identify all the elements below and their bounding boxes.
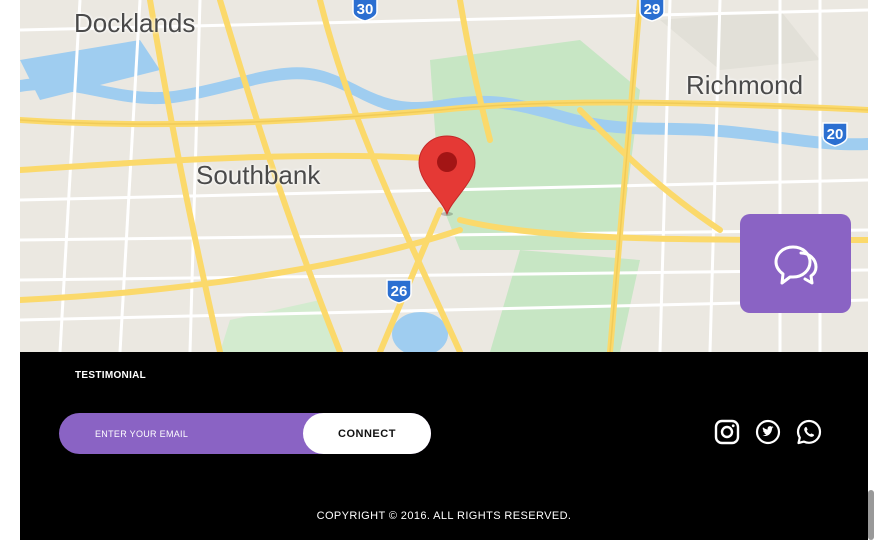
page-frame: Docklands Richmond Southbank 30 29 20 26 [20, 0, 868, 540]
social-links [714, 419, 822, 445]
newsletter-form: CONNECT [59, 413, 431, 454]
route-shield-26: 26 [385, 278, 413, 304]
location-pin-icon[interactable] [417, 134, 477, 218]
connect-button[interactable]: CONNECT [303, 413, 431, 454]
testimonial-link[interactable]: TESTIMONIAL [75, 370, 146, 381]
route-shield-29: 29 [638, 0, 666, 22]
map-label-richmond: Richmond [686, 70, 804, 100]
site-footer: TESTIMONIAL CONNECT [20, 352, 868, 540]
twitter-icon[interactable] [755, 419, 781, 445]
map-label-docklands: Docklands [74, 8, 196, 38]
route-shield-30: 30 [351, 0, 379, 22]
chat-button[interactable] [740, 214, 851, 313]
location-map[interactable]: Docklands Richmond Southbank 30 29 20 26 [20, 0, 868, 352]
copyright-text: COPYRIGHT © 2016. ALL RIGHTS RESERVED. [316, 510, 572, 522]
instagram-icon[interactable] [714, 419, 740, 445]
whatsapp-icon[interactable] [796, 419, 822, 445]
right-gutter [874, 0, 882, 546]
map-label-southbank: Southbank [196, 160, 321, 190]
route-shield-20: 20 [821, 121, 849, 147]
chat-bubbles-icon [774, 245, 817, 284]
email-input[interactable] [59, 413, 309, 454]
page-scrollbar[interactable] [868, 490, 874, 540]
